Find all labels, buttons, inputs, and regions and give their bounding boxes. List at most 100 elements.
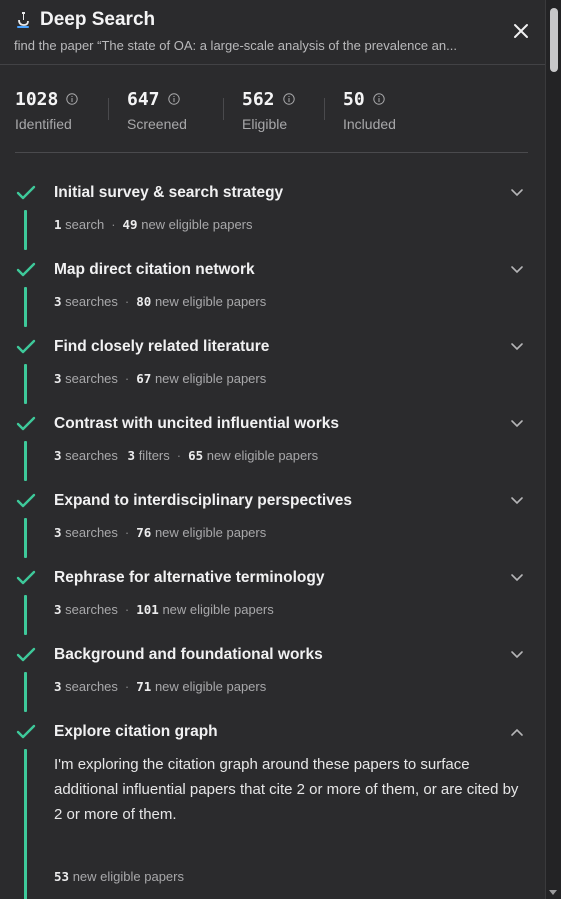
step-meta: 3 searches 3 filters · 65 new eligible pap… <box>54 448 318 463</box>
stat-value: 50 <box>343 88 365 110</box>
paper-count: 101 <box>136 602 159 617</box>
stat-value: 647 <box>127 88 160 110</box>
stats-divider <box>15 152 528 153</box>
check-icon <box>16 724 36 739</box>
chevron-down-icon[interactable] <box>510 265 524 275</box>
paper-label: new eligible papers <box>154 294 267 309</box>
chevron-down-icon[interactable] <box>510 342 524 352</box>
paper-label: new eligible papers <box>154 525 267 540</box>
stat-label: Screened <box>127 116 187 132</box>
paper-label: new eligible papers <box>141 217 253 232</box>
step-title: Explore citation graph <box>54 723 218 740</box>
scrollbar[interactable] <box>545 0 561 899</box>
chevron-down-icon[interactable] <box>510 573 524 583</box>
step-item[interactable]: Map direct citation network 3 searches · 8… <box>15 257 528 334</box>
panel-title: Deep Search <box>40 9 156 30</box>
stat-screened: 647 Screened <box>127 88 205 133</box>
info-icon[interactable] <box>282 93 295 105</box>
paper-count: 76 <box>136 525 152 540</box>
separator-dot: · <box>124 679 130 694</box>
step-list: Initial survey & search strategy 1 searc… <box>15 180 528 899</box>
search-count: 3 <box>54 448 62 463</box>
search-query: find the paper “The state of OA: a large… <box>14 38 457 53</box>
separator-dot: · <box>124 602 130 617</box>
scroll-down-arrow[interactable] <box>549 890 557 895</box>
check-icon <box>16 647 36 662</box>
check-icon <box>16 493 36 508</box>
check-icon <box>16 416 36 431</box>
step-meta: 3 searches · 101 new eligible papers <box>54 602 274 617</box>
filter-label: filters <box>138 448 170 463</box>
paper-count: 49 <box>122 217 138 232</box>
step-title: Contrast with uncited influential works <box>54 415 340 432</box>
stat-divider <box>108 98 109 120</box>
step-item[interactable]: Expand to interdisciplinary perspectives… <box>15 488 528 565</box>
stats-row: 1028 Identified 647 Screened 562 Eligibl… <box>15 88 423 133</box>
step-meta: 1 search · 49 new eligible papers <box>54 217 253 232</box>
step-rail <box>24 518 27 558</box>
step-item[interactable]: Find closely related literature 3 search… <box>15 334 528 411</box>
paper-count: 71 <box>136 679 152 694</box>
chevron-down-icon[interactable] <box>510 650 524 660</box>
step-rail <box>24 210 27 250</box>
chevron-down-icon[interactable] <box>510 496 524 506</box>
step-item[interactable]: Background and foundational works 3 sear… <box>15 642 528 719</box>
chevron-down-icon[interactable] <box>510 188 524 198</box>
paper-label: new eligible papers <box>72 869 184 884</box>
step-description: I'm exploring the citation graph around … <box>54 756 519 823</box>
paper-count: 65 <box>188 448 204 463</box>
stat-label: Eligible <box>242 116 288 132</box>
panel-header: Deep Search find the paper “The state of… <box>14 8 532 64</box>
close-icon <box>514 24 528 38</box>
step-meta: 3 searches · 71 new eligible papers <box>54 679 266 694</box>
chevron-up-icon[interactable] <box>510 727 524 737</box>
stat-divider <box>223 98 224 120</box>
stat-eligible: 562 Eligible <box>242 88 306 132</box>
stat-label: Included <box>343 116 396 132</box>
step-item[interactable]: Contrast with uncited influential works … <box>15 411 528 488</box>
check-icon <box>16 185 36 200</box>
paper-label: new eligible papers <box>206 448 319 463</box>
step-title: Background and foundational works <box>54 646 323 663</box>
step-title: Map direct citation network <box>54 261 255 278</box>
info-icon[interactable] <box>66 93 79 105</box>
header-divider <box>0 64 546 65</box>
step-rail <box>24 595 27 635</box>
step-item[interactable]: Initial survey & search strategy 1 searc… <box>15 180 528 257</box>
search-label: searches <box>65 679 118 694</box>
separator-dot: · <box>124 294 130 309</box>
close-button[interactable] <box>510 20 532 42</box>
chevron-down-icon[interactable] <box>510 419 524 429</box>
paper-label: new eligible papers <box>162 602 274 617</box>
check-icon <box>16 339 36 354</box>
separator-dot: · <box>124 525 130 540</box>
step-title: Expand to interdisciplinary perspectives <box>54 492 353 509</box>
stat-included: 50 Included <box>343 88 423 133</box>
step-rail <box>24 364 27 404</box>
step-rail <box>24 672 27 712</box>
step-title: Initial survey & search strategy <box>54 184 284 201</box>
step-rail <box>24 287 27 327</box>
separator-dot: · <box>111 217 116 232</box>
search-label: searches <box>65 371 118 386</box>
search-count: 3 <box>54 294 62 309</box>
search-label: searches <box>65 294 118 309</box>
search-label: searches <box>65 602 118 617</box>
step-title: Rephrase for alternative terminology <box>54 569 325 586</box>
stat-identified: 1028 Identified <box>15 88 90 132</box>
paper-label: new eligible papers <box>154 679 267 694</box>
stat-label: Identified <box>15 116 72 132</box>
step-item[interactable]: Rephrase for alternative terminology 3 s… <box>15 565 528 642</box>
step-item-expanded[interactable]: Explore citation graph I'm exploring the… <box>15 719 528 899</box>
step-title: Find closely related literature <box>54 338 270 355</box>
search-count: 3 <box>54 679 62 694</box>
search-label: searches <box>65 448 118 463</box>
info-icon[interactable] <box>167 93 180 105</box>
info-icon[interactable] <box>372 93 385 105</box>
step-meta: 3 searches · 76 new eligible papers <box>54 525 266 540</box>
paper-count: 80 <box>136 294 152 309</box>
separator-dot: · <box>176 448 182 463</box>
step-meta: 53 new eligible papers <box>54 869 184 884</box>
scrollbar-thumb[interactable] <box>550 8 558 72</box>
stat-value: 1028 <box>15 88 59 110</box>
